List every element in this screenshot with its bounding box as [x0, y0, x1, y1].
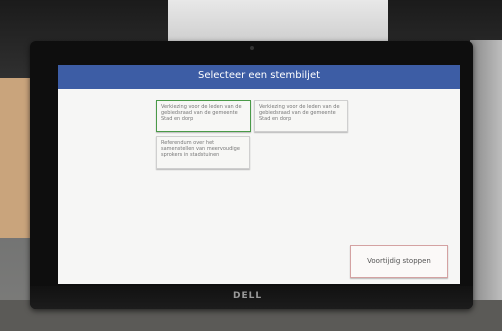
camera-icon — [250, 46, 254, 50]
header-bar: Selecteer een stembiljet — [58, 65, 460, 89]
page-title: Selecteer een stembiljet — [197, 70, 321, 81]
ballot-option-3[interactable]: Referendum over het samenstellen van mee… — [156, 136, 250, 169]
monitor-brand-logo: DELL — [233, 291, 263, 301]
screen: Selecteer een stembiljet Verkiezing voor… — [58, 65, 460, 284]
ballot-option-1[interactable]: Verkiezing voor de leden van de gebiedsr… — [156, 100, 251, 132]
ballot-option-2[interactable]: Verkiezing voor de leden van de gebiedsr… — [254, 100, 348, 132]
window-light — [168, 0, 388, 42]
right-wall — [470, 40, 502, 331]
stop-button[interactable]: Voortijdig stoppen — [350, 245, 448, 278]
